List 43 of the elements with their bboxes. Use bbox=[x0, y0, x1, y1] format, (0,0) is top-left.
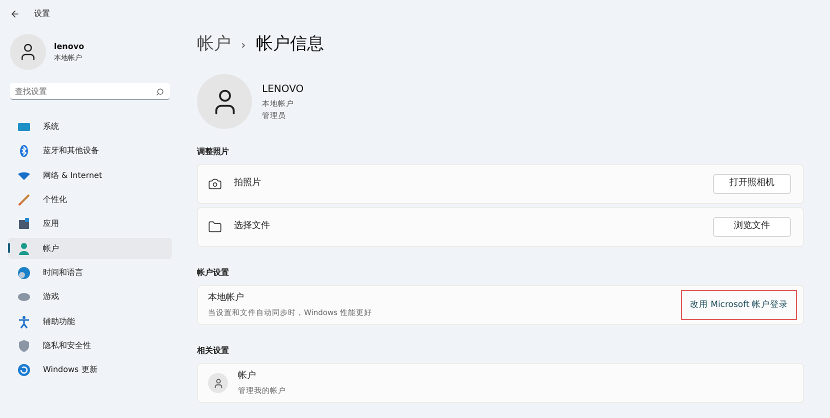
section-heading: 相关设置 bbox=[197, 345, 230, 357]
nav-item[interactable]: 蓝牙和其他设备 bbox=[8, 141, 172, 162]
nav-item[interactable]: 辅助功能 bbox=[8, 311, 172, 332]
nav-item[interactable]: Windows 更新 bbox=[8, 360, 172, 380]
setting-label: 帐户 bbox=[238, 370, 257, 384]
sign-in-link[interactable]: 改用 Microsoft 帐户登录 bbox=[680, 290, 797, 320]
profile-name: lenovo bbox=[54, 40, 84, 53]
nav-item[interactable]: 系统 bbox=[8, 117, 172, 138]
setting-label: 拍照片 bbox=[234, 177, 262, 190]
page-title: 帐户信息 bbox=[256, 33, 324, 56]
breadcrumb-parent[interactable]: 帐户 bbox=[197, 32, 231, 58]
nav-item[interactable]: 应用 bbox=[8, 214, 172, 234]
globe-icon bbox=[17, 266, 31, 280]
action-button[interactable]: 打开照相机 bbox=[713, 174, 791, 194]
nav-item[interactable]: 隐私和安全性 bbox=[8, 336, 172, 356]
accessibility-icon bbox=[17, 314, 31, 329]
section-heading: 帐户设置 bbox=[197, 267, 230, 279]
setting-label: 本地帐户 bbox=[208, 292, 245, 305]
person-icon bbox=[17, 242, 31, 256]
nav-item[interactable]: 帐户 bbox=[8, 238, 172, 259]
action-button[interactable]: 浏览文件 bbox=[713, 217, 791, 237]
selection-indicator bbox=[8, 243, 10, 254]
person-icon bbox=[208, 373, 228, 393]
search-field[interactable]: 查找设置 bbox=[10, 83, 170, 100]
folder-icon bbox=[208, 220, 222, 234]
apps-icon bbox=[17, 217, 31, 232]
brush-icon bbox=[17, 193, 31, 208]
refresh-icon bbox=[17, 363, 31, 378]
shield-icon bbox=[17, 338, 31, 353]
back-icon[interactable] bbox=[10, 9, 20, 19]
section-heading: 调整照片 bbox=[197, 146, 230, 158]
account-name: LENOVO bbox=[262, 82, 304, 97]
window-title: 设置 bbox=[34, 8, 50, 20]
camera-icon bbox=[208, 177, 222, 191]
setting-label: 选择文件 bbox=[234, 220, 271, 234]
nav-item[interactable]: 网络 & Internet bbox=[8, 166, 172, 186]
nav-item[interactable]: 个性化 bbox=[8, 190, 172, 210]
nav-item[interactable]: 时间和语言 bbox=[8, 262, 172, 284]
avatar bbox=[10, 34, 46, 70]
nav-item[interactable]: 游戏 bbox=[8, 287, 172, 308]
bluetooth-icon bbox=[17, 144, 31, 158]
breadcrumb-separator: › bbox=[241, 37, 246, 54]
search-icon[interactable] bbox=[156, 88, 164, 96]
